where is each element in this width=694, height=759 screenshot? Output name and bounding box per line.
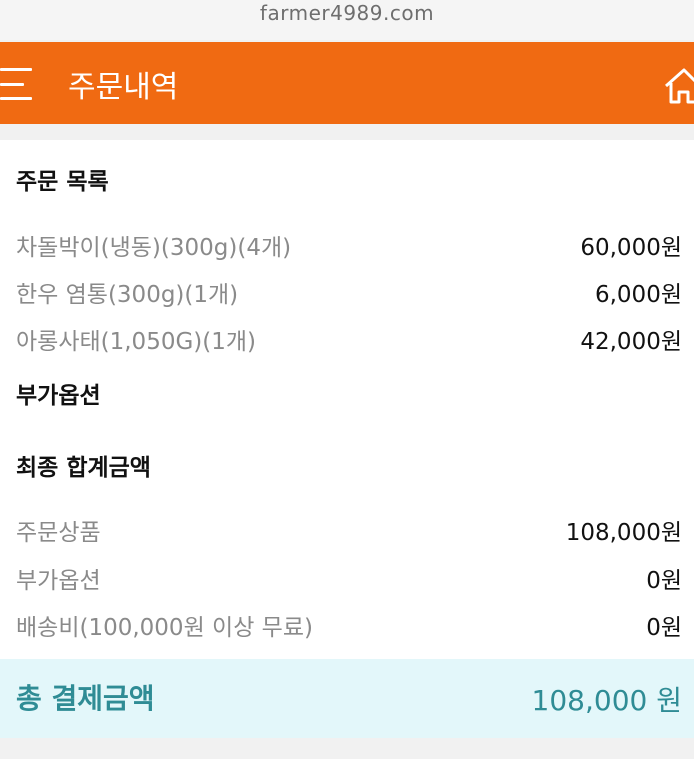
summary-value: 0원 [646, 568, 682, 594]
total-payment-bar: 총 결제금액 108,000 원 [0, 659, 694, 738]
page-bottom [0, 738, 694, 759]
summary-row: 주문상품 108,000원 [16, 513, 682, 547]
order-item: 아롱사태(1,050G)(1개) 42,000원 [16, 322, 682, 356]
summary-value: 108,000원 [565, 520, 682, 546]
order-item-price: 42,000원 [580, 329, 682, 355]
summary-title: 최종 합계금액 [16, 455, 151, 481]
summary-row: 부가옵션 0원 [16, 561, 682, 595]
summary-value: 0원 [646, 615, 682, 641]
total-label: 총 결제금액 [16, 682, 155, 715]
order-card: 주문 목록 차돌박이(냉동)(300g)(4개) 60,000원 한우 염통(3… [0, 140, 694, 738]
hamburger-icon[interactable] [0, 68, 36, 100]
summary-label: 배송비(100,000원 이상 무료) [16, 615, 313, 641]
home-icon[interactable] [664, 66, 694, 106]
order-item-name: 한우 염통(300g)(1개) [16, 282, 239, 308]
app-header: 주문내역 [0, 42, 694, 124]
url-text: farmer4989.com [259, 1, 435, 25]
total-value: 108,000 원 [531, 684, 682, 717]
page-title: 주문내역 [68, 70, 179, 105]
order-list-title: 주문 목록 [16, 169, 109, 195]
summary-label: 주문상품 [16, 520, 101, 546]
order-item-name: 아롱사태(1,050G)(1개) [16, 329, 256, 355]
summary-row: 배송비(100,000원 이상 무료) 0원 [16, 608, 682, 642]
summary-label: 부가옵션 [16, 568, 101, 594]
order-item: 차돌박이(냉동)(300g)(4개) 60,000원 [16, 228, 682, 262]
browser-url-bar[interactable]: farmer4989.com [0, 0, 694, 40]
order-item-price: 6,000원 [594, 282, 682, 308]
order-item-name: 차돌박이(냉동)(300g)(4개) [16, 235, 292, 261]
options-title: 부가옵션 [16, 383, 101, 409]
order-item: 한우 염통(300g)(1개) 6,000원 [16, 275, 682, 309]
order-item-price: 60,000원 [580, 235, 682, 261]
